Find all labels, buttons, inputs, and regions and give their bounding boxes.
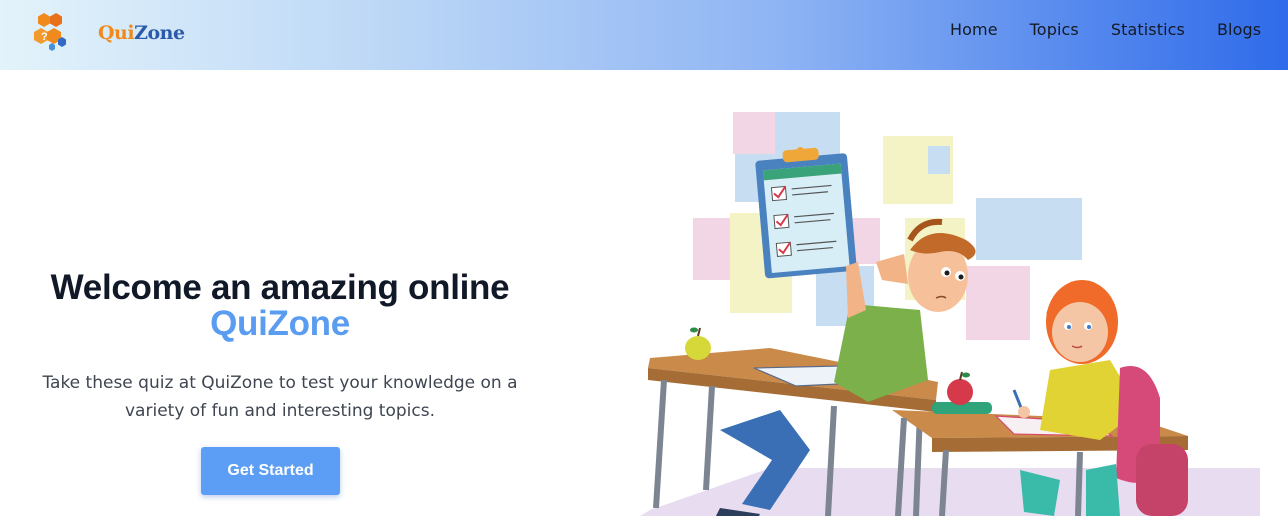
- nav-link-statistics[interactable]: Statistics: [1111, 20, 1185, 39]
- pear-icon: [685, 336, 711, 360]
- nav-link-blogs[interactable]: Blogs: [1217, 20, 1261, 39]
- clipboard-checklist-icon: [755, 147, 857, 279]
- hero-title: Welcome an amazing online QuiZone: [30, 270, 530, 342]
- girl-student: [1012, 280, 1188, 516]
- get-started-button[interactable]: Get Started: [201, 447, 340, 495]
- nav-link-topics[interactable]: Topics: [1030, 20, 1079, 39]
- logo-wordmark: QuiZone: [98, 22, 185, 44]
- hero-title-line: Welcome an amazing online: [50, 268, 510, 307]
- svg-text:?: ?: [41, 31, 48, 43]
- top-navbar: ? QuiZone Home Topics Statistics Blogs: [0, 0, 1288, 70]
- hero-title-brand: QuiZone: [210, 304, 350, 343]
- hero-description: Take these quiz at QuiZone to test your …: [42, 373, 518, 421]
- nav-link-home[interactable]: Home: [950, 20, 998, 39]
- main-nav: Home Topics Statistics Blogs: [950, 20, 1288, 39]
- students-quiz-illustration: [640, 112, 1260, 516]
- logo[interactable]: ? QuiZone: [32, 9, 185, 53]
- hexagon-logo-icon: ?: [34, 13, 66, 51]
- apple-icon: [947, 379, 973, 405]
